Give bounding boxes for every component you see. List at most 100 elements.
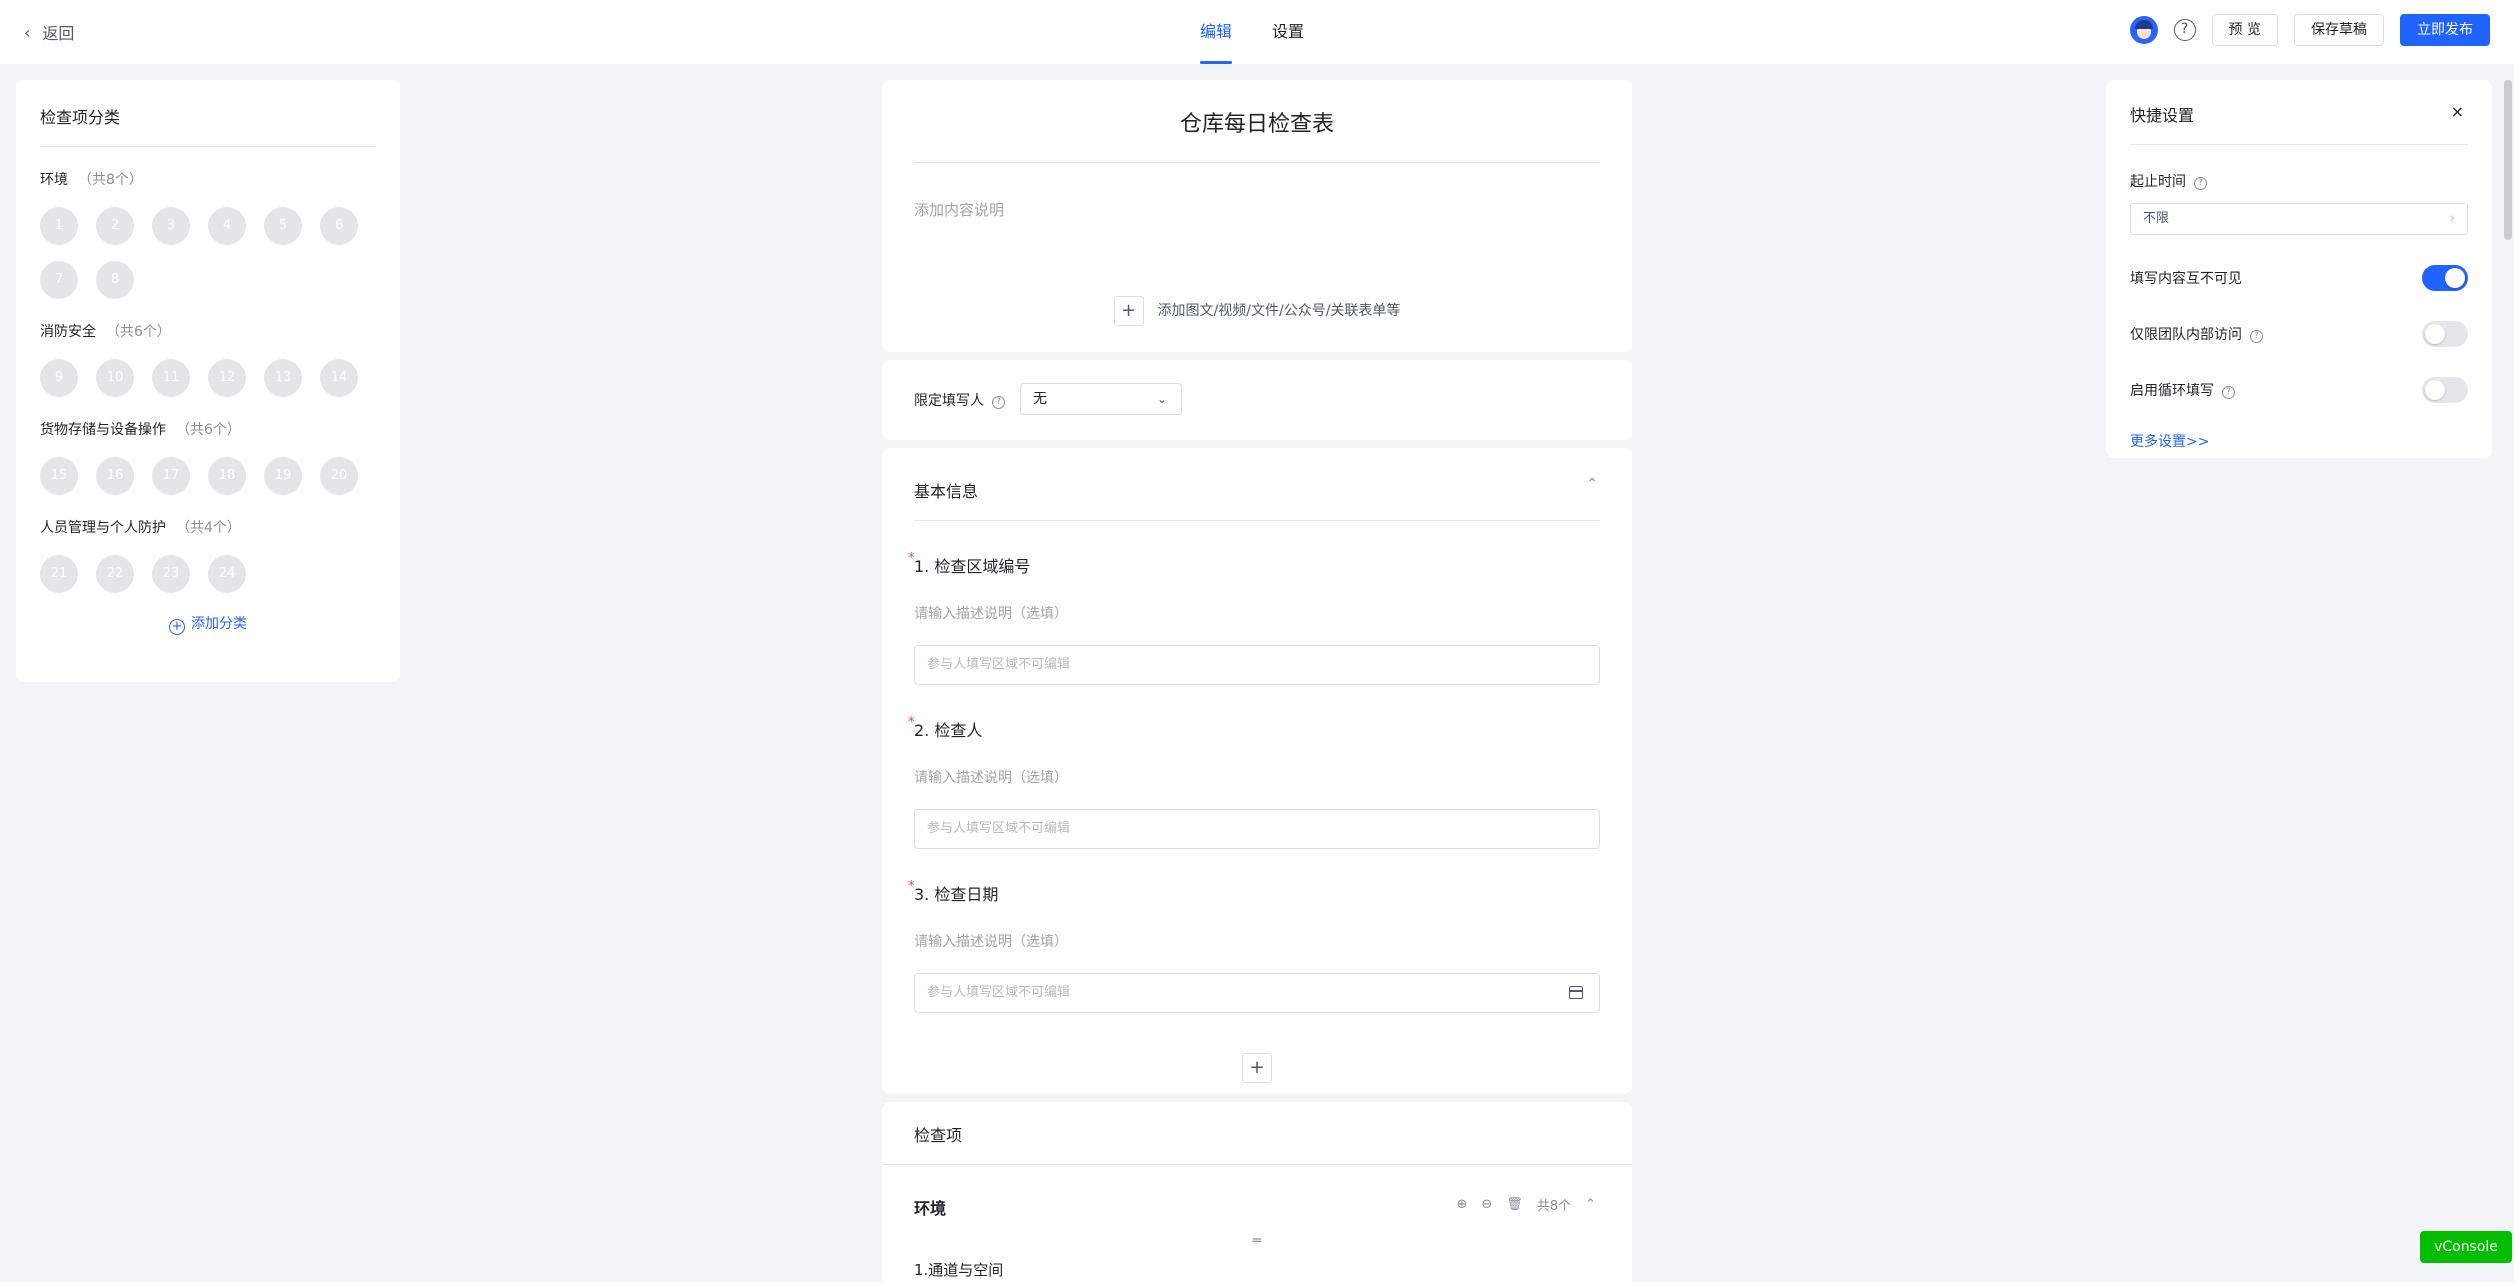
question-icon[interactable]: ? (2222, 386, 2235, 399)
add-category-label: 添加分类 (191, 616, 247, 632)
add-question-row: + (914, 1053, 1600, 1083)
item-circle[interactable]: 22 (96, 555, 134, 593)
answer-field-placeholder: 参与人填写区域不可编辑 (927, 985, 1071, 1000)
item-circle[interactable]: 15 (40, 457, 78, 495)
item-circle[interactable]: 4 (208, 207, 246, 245)
toggle-switch[interactable] (2422, 321, 2468, 347)
category-panel: 检查项分类 环境 （共8个） 1 2 3 4 5 6 7 8 消防安全 （共6个） … (16, 80, 400, 682)
chevron-right-icon: › (2449, 211, 2455, 226)
chevron-down-icon: ⌄ (1156, 392, 1167, 406)
env-group-header[interactable]: 环境 ⊕ ⊖ 🗑 共8个 ⌃ (882, 1165, 1632, 1219)
move-up-icon[interactable]: ⊕ (1456, 1197, 1467, 1212)
add-media-button[interactable]: + (1113, 296, 1144, 326)
item-circle[interactable]: 1 (40, 207, 78, 245)
time-range-select[interactable]: 不限 › (2130, 203, 2468, 235)
category-count: （共4个） (176, 520, 241, 536)
drag-handle-icon[interactable]: ═ (882, 1233, 1632, 1249)
env-group-actions: ⊕ ⊖ 🗑 共8个 ⌃ (1456, 1195, 1596, 1214)
toggle-row-invisible: 填写内容互不可见 (2130, 265, 2468, 293)
toggle-switch[interactable] (2422, 265, 2468, 291)
question-icon[interactable]: ? (992, 396, 1005, 409)
category-count: （共6个） (106, 324, 171, 340)
answer-field: 参与人填写区域不可编辑 (914, 973, 1600, 1013)
add-media-label[interactable]: 添加图文/视频/文件/公众号/关联表单等 (1158, 303, 1401, 319)
item-circle[interactable]: 3 (152, 207, 190, 245)
item-circle[interactable]: 14 (320, 359, 358, 397)
question-title[interactable]: * 3. 检查日期 (908, 879, 1600, 905)
time-label: 起止时间 (2130, 174, 2186, 190)
item-circle[interactable]: 9 (40, 359, 78, 397)
restrict-select-value: 无 (1033, 391, 1047, 407)
avatar[interactable] (2129, 16, 2158, 44)
item-circle[interactable]: 12 (208, 359, 246, 397)
publish-button[interactable]: 立即发布 (2400, 14, 2490, 46)
question-description[interactable]: 请输入描述说明（选填） (914, 603, 1600, 623)
item-circle[interactable]: 11 (152, 359, 190, 397)
question-title-text: 3. 检查日期 (914, 885, 999, 904)
restrict-row: 限定填写人? (914, 390, 1600, 410)
save-draft-button[interactable]: 保存草稿 (2294, 14, 2384, 46)
question-description[interactable]: 请输入描述说明（选填） (914, 767, 1600, 787)
toggle-label: 填写内容互不可见 (2130, 271, 2242, 287)
question-title[interactable]: * 1. 检查区域编号 (908, 551, 1600, 577)
back-label: 返回 (42, 24, 75, 43)
item-circle[interactable]: 21 (40, 555, 78, 593)
back-button[interactable]: ‹ 返回 (24, 20, 74, 44)
check-item-title[interactable]: 1.通道与空间 (882, 1249, 1632, 1280)
toggle-switch[interactable] (2422, 377, 2468, 403)
item-circle[interactable]: 20 (320, 457, 358, 495)
tab-settings[interactable]: 设置 (1272, 0, 1304, 64)
category-count: （共8个） (78, 172, 143, 188)
page-scrollbar[interactable] (2504, 80, 2512, 240)
item-circle[interactable]: 10 (96, 359, 134, 397)
more-settings-link[interactable]: 更多设置>> (2130, 431, 2468, 451)
item-circle[interactable]: 6 (320, 207, 358, 245)
delete-icon[interactable]: 🗑 (1506, 1197, 1523, 1212)
category-name: 货物存储与设备操作 (40, 422, 166, 438)
move-down-icon[interactable]: ⊖ (1481, 1197, 1492, 1212)
help-icon[interactable]: ? (2173, 19, 2196, 41)
top-bar: ‹ 返回 编辑 设置 ? 预 览 保存草稿 立即发布 (0, 0, 2514, 64)
item-circle[interactable]: 24 (208, 555, 246, 593)
chevron-left-icon: ‹ (24, 22, 31, 42)
item-circle[interactable]: 19 (264, 457, 302, 495)
item-circle[interactable]: 2 (96, 207, 134, 245)
question-description[interactable]: 请输入描述说明（选填） (914, 931, 1600, 951)
category-title: 消防安全 （共6个） (40, 321, 376, 341)
chevron-up-icon[interactable]: ⌃ (1585, 1197, 1596, 1212)
category-title: 环境 （共8个） (40, 169, 376, 189)
item-circle[interactable]: 16 (96, 457, 134, 495)
tab-edit[interactable]: 编辑 (1200, 0, 1233, 64)
add-question-button[interactable]: + (1242, 1053, 1272, 1083)
answer-field: 参与人填写区域不可编辑 (914, 809, 1600, 849)
required-mark: * (908, 551, 915, 566)
restrict-select[interactable]: 无 ⌄ (1020, 383, 1182, 415)
item-circle[interactable]: 18 (208, 457, 246, 495)
quick-settings-title: 快捷设置 (2130, 106, 2195, 125)
item-circle[interactable]: 7 (40, 261, 78, 299)
item-circle[interactable]: 23 (152, 555, 190, 593)
preview-button[interactable]: 预 览 (2211, 14, 2278, 46)
description-input[interactable]: 添加内容说明 (914, 199, 1600, 220)
mode-tabs: 编辑 设置 (1200, 0, 1304, 64)
category-panel-title: 检查项分类 (40, 104, 376, 147)
close-icon[interactable]: × (2451, 102, 2464, 121)
add-media-row: + 添加图文/视频/文件/公众号/关联表单等 (882, 296, 1632, 326)
item-circle[interactable]: 17 (152, 457, 190, 495)
question-icon[interactable]: ? (2250, 330, 2263, 343)
answer-field: 参与人填写区域不可编辑 (914, 645, 1600, 685)
category-items: 15 16 17 18 19 20 (40, 457, 380, 495)
item-circle[interactable]: 8 (96, 261, 134, 299)
basic-section-header[interactable]: 基本信息 ⌃ (914, 448, 1600, 521)
vconsole-button[interactable]: vConsole (2420, 1231, 2512, 1263)
question-icon[interactable]: ? (2194, 177, 2207, 190)
item-circle[interactable]: 13 (264, 359, 302, 397)
add-category-button[interactable]: + 添加分类 (40, 613, 376, 635)
form-title[interactable]: 仓库每日检查表 (914, 80, 1600, 163)
toggle-row-loop: 启用循环填写? (2130, 377, 2468, 405)
question-title[interactable]: * 2. 检查人 (908, 715, 1600, 741)
chevron-up-icon[interactable]: ⌃ (1586, 476, 1598, 492)
category-count: （共6个） (176, 422, 241, 438)
item-circle[interactable]: 5 (264, 207, 302, 245)
basic-info-card: 基本信息 ⌃ * 1. 检查区域编号 请输入描述说明（选填） 参与人填写区域不可编… (882, 448, 1632, 1094)
